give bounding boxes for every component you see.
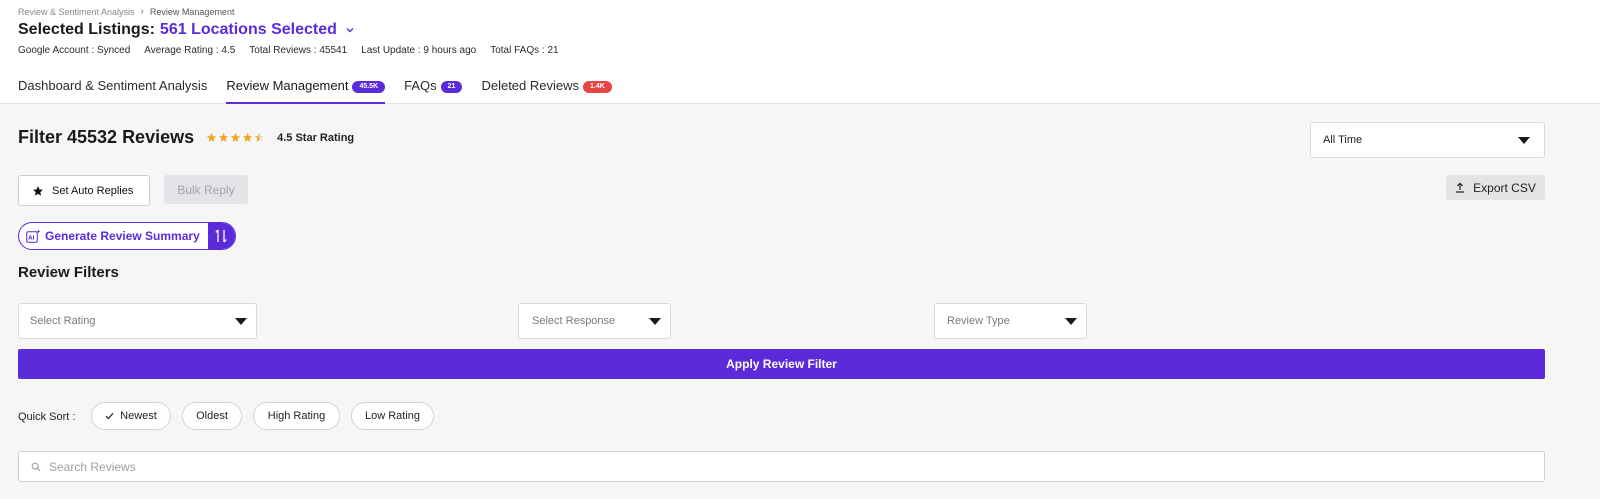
listing-selector[interactable]: Selected Listings: 561 Locations Selecte…	[18, 21, 358, 39]
star-rating-label: 4.5 Star Rating	[277, 131, 355, 144]
search-reviews-bar[interactable]	[18, 451, 1545, 482]
review-count-badge: 45.5K	[352, 81, 386, 93]
page-title-label: Selected Listings:	[18, 21, 155, 38]
sort-newest-chip[interactable]: Newest	[91, 402, 171, 430]
star-icon	[207, 132, 217, 142]
time-range-value: All Time	[1323, 134, 1363, 146]
star-icon	[243, 132, 253, 142]
dropdown-placeholder: Review Type	[947, 315, 1010, 327]
upload-icon	[1456, 182, 1465, 193]
star-icon	[219, 132, 229, 142]
search-icon	[31, 462, 41, 471]
sort-oldest-chip[interactable]: Oldest	[182, 402, 242, 430]
review-filters-title: Review Filters	[18, 264, 119, 281]
caret-down-icon	[235, 317, 247, 325]
star-icon	[255, 132, 265, 142]
caret-down-icon	[1065, 317, 1077, 325]
tab-review-management[interactable]: Review Management 45.5K	[226, 78, 386, 104]
meta-last-update: Last Update : 9 hours ago	[361, 45, 477, 56]
button-label: Apply Review Filter	[726, 357, 837, 371]
summary-options-button[interactable]	[207, 223, 235, 249]
button-label: Set Auto Replies	[52, 184, 134, 197]
caret-down-icon	[649, 317, 661, 325]
select-rating-dropdown[interactable]: Select Rating	[18, 303, 257, 339]
faq-count-badge: 21	[440, 81, 463, 93]
tab-label: FAQs	[404, 78, 437, 93]
tab-label: Deleted Reviews	[481, 78, 579, 93]
dropdown-placeholder: Select Rating	[30, 315, 96, 327]
breadcrumb-parent[interactable]: Review & Sentiment Analysis	[18, 7, 135, 17]
generate-summary-group: AI Generate Review Summary	[18, 222, 236, 250]
meta-total-faqs: Total FAQs : 21	[490, 45, 559, 56]
tab-label: Dashboard & Sentiment Analysis	[18, 78, 208, 93]
tab-faqs[interactable]: FAQs 21	[404, 78, 463, 104]
bulk-reply-button[interactable]: Bulk Reply	[164, 175, 248, 204]
chip-label: Newest	[120, 410, 157, 422]
export-csv-button[interactable]: Export CSV	[1446, 175, 1545, 200]
meta-total-reviews: Total Reviews : 45541	[249, 45, 348, 56]
search-reviews-input[interactable]	[49, 459, 1449, 474]
button-label: Generate Review Summary	[45, 229, 200, 243]
breadcrumb-separator-icon: ›	[140, 6, 144, 17]
tab-label: Review Management	[226, 78, 349, 93]
star-icon	[33, 185, 43, 196]
review-management-panel: Filter 45532 Reviews 4.5 Star Rating All…	[0, 104, 1600, 499]
chevron-down-icon[interactable]	[342, 22, 358, 38]
select-response-dropdown[interactable]: Select Response	[518, 303, 671, 339]
caret-down-icon	[1518, 136, 1530, 144]
star-rating	[206, 132, 265, 143]
set-auto-replies-button[interactable]: Set Auto Replies	[18, 175, 150, 206]
ai-label: AI	[28, 236, 34, 242]
generate-review-summary-button[interactable]: AI Generate Review Summary	[19, 223, 208, 249]
breadcrumb: Review & Sentiment Analysis › Review Man…	[18, 6, 234, 17]
filter-title: Filter 45532 Reviews	[18, 127, 195, 147]
tab-dashboard[interactable]: Dashboard & Sentiment Analysis	[18, 78, 207, 104]
sort-toggle-icon	[215, 229, 227, 243]
filter-heading: Filter 45532 Reviews 4.5 Star Rating	[18, 127, 354, 148]
deleted-count-badge: 1.4K	[583, 81, 612, 93]
sort-high-rating-chip[interactable]: High Rating	[253, 402, 340, 430]
tab-bar: Dashboard & Sentiment Analysis Review Ma…	[18, 78, 612, 104]
ai-sparkle-icon: AI	[26, 229, 41, 243]
check-icon	[105, 412, 114, 420]
quick-sort-label: Quick Sort :	[18, 411, 76, 423]
tab-deleted-reviews[interactable]: Deleted Reviews 1.4K	[481, 78, 612, 104]
button-label: Bulk Reply	[177, 182, 235, 197]
time-range-select[interactable]: All Time	[1310, 122, 1545, 158]
page-header: Review & Sentiment Analysis › Review Man…	[0, 0, 1600, 104]
breadcrumb-current: Review Management	[149, 6, 235, 17]
selected-locations[interactable]: 561 Locations Selected	[160, 21, 337, 39]
dropdown-placeholder: Select Response	[532, 315, 616, 327]
star-icon	[231, 132, 241, 142]
review-type-dropdown[interactable]: Review Type	[934, 303, 1087, 339]
chip-label: High Rating	[267, 410, 326, 422]
listing-meta: Google Account : Synced Average Rating :…	[18, 45, 559, 56]
button-label: Export CSV	[1473, 180, 1536, 195]
sort-low-rating-chip[interactable]: Low Rating	[351, 402, 434, 430]
chip-label: Low Rating	[364, 410, 421, 422]
meta-average-rating: Average Rating : 4.5	[144, 45, 236, 56]
chip-label: Oldest	[196, 410, 228, 422]
apply-review-filter-button[interactable]: Apply Review Filter	[18, 349, 1545, 379]
meta-google-account: Google Account : Synced	[18, 45, 131, 56]
